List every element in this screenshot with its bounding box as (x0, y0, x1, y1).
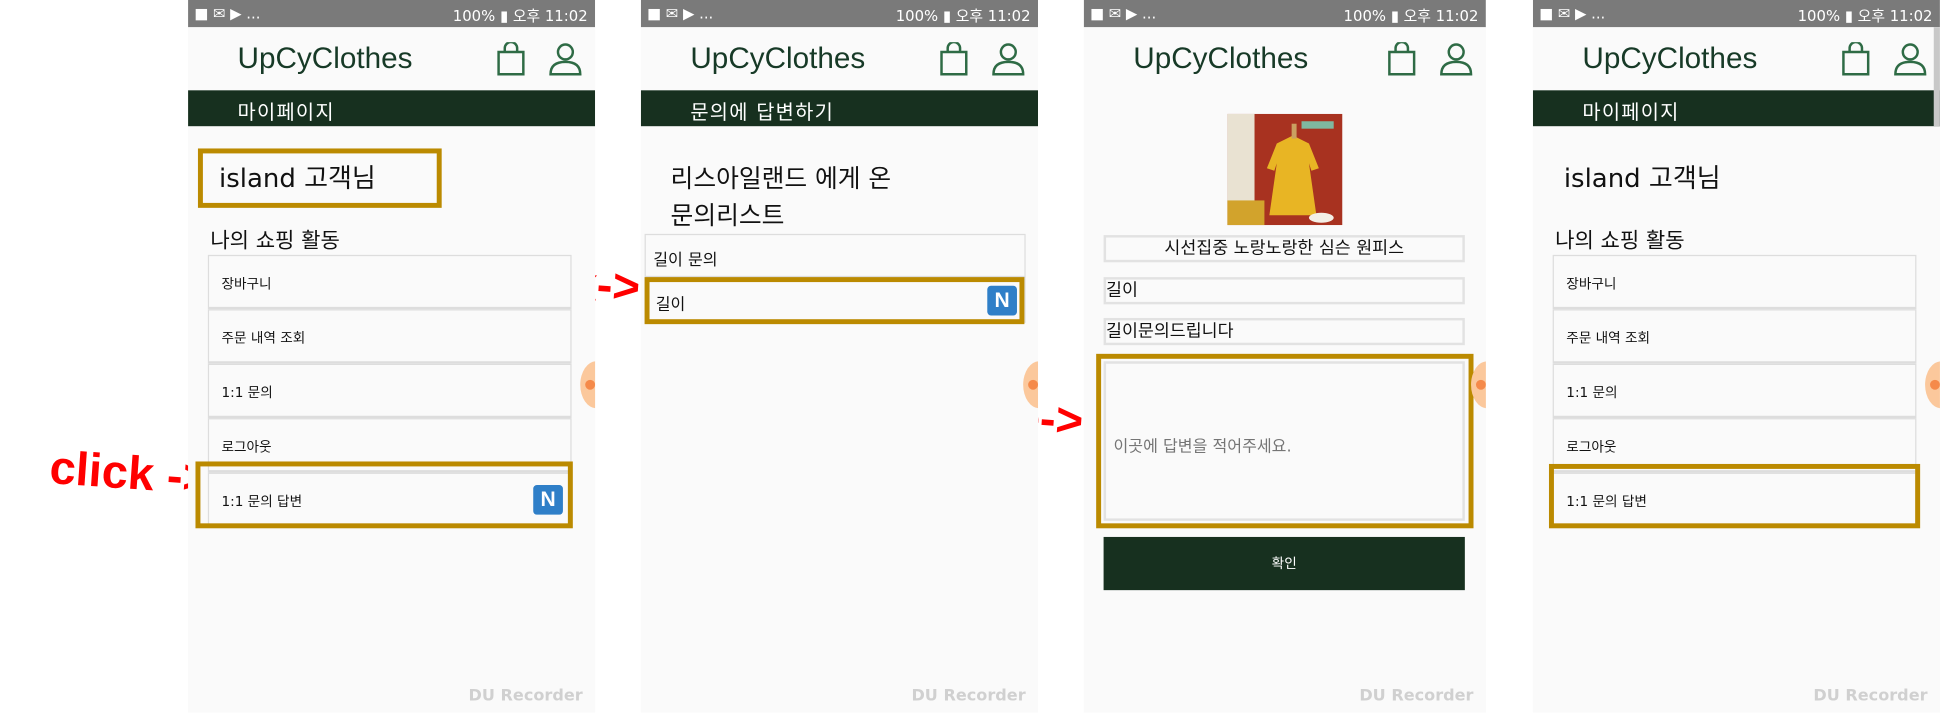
section-title: 나의 쇼핑 활동 (210, 228, 340, 254)
greeting: island 고객님 (1563, 163, 1721, 194)
menu-item-label: 1:1 문의 (221, 384, 273, 401)
shopping-bag-icon[interactable] (496, 42, 526, 77)
page-title: 마이페이지 (237, 100, 335, 124)
status-icons: ■ ✉ ▶ ... (1539, 4, 1606, 23)
page-title: 문의에 답변하기 (690, 100, 835, 124)
status-info: 100% ▮ 오후 11:02 (1797, 7, 1933, 25)
menu-item-label: 주문 내역 조회 (1566, 330, 1651, 347)
floating-button[interactable] (1925, 361, 1940, 409)
menu-item-label: 로그아웃 (1566, 439, 1617, 456)
watermark: DU Recorder (911, 686, 1026, 706)
floating-button[interactable] (580, 361, 596, 409)
watermark: DU Recorder (1359, 686, 1474, 706)
logo[interactable]: UpCyClothes (1582, 42, 1757, 77)
page-title-bar: 마이페이지 (1532, 90, 1940, 127)
inquiry-title-field: 길이 (1103, 277, 1465, 305)
status-info: 100% ▮ 오후 11:02 (452, 7, 588, 25)
highlight-box (195, 461, 573, 529)
menu-item-label: 장바구니 (221, 275, 272, 292)
status-icons: ■ ✉ ▶ ... (194, 4, 261, 23)
status-bar: ■ ✉ ▶ ... 100% ▮ 오후 11:02 (188, 0, 596, 28)
screen-answer-inquiry: ■ ✉ ▶ ... 100% ▮ 오후 11:02 UpCyClothes 시선집… (1083, 0, 1486, 713)
inquiry-title: 길이 문의 (653, 251, 718, 270)
page-title: 마이페이지 (1582, 100, 1680, 124)
floating-button[interactable] (1023, 361, 1039, 409)
list-heading-line2: 문의리스트 (670, 200, 785, 231)
app-header: UpCyClothes (1083, 27, 1486, 91)
shopping-bag-icon[interactable] (1387, 42, 1417, 77)
menu-item-label: 로그아웃 (221, 439, 272, 456)
scrollbar[interactable] (1933, 27, 1940, 127)
status-icons: ■ ✉ ▶ ... (647, 4, 714, 23)
greeting: island 고객님 (218, 163, 376, 194)
product-image (1227, 113, 1343, 226)
menu-item-cart[interactable]: 장바구니 (1552, 254, 1917, 310)
list-heading-line1: 리스아일랜드 에게 온 (670, 163, 892, 194)
user-icon[interactable] (548, 42, 583, 77)
answer-textarea[interactable] (1103, 361, 1465, 521)
highlight-box (1548, 463, 1921, 529)
menu-item-orders[interactable]: 주문 내역 조회 (207, 309, 572, 364)
user-icon[interactable] (1439, 42, 1474, 77)
app-header: UpCyClothes (188, 27, 596, 91)
confirm-button[interactable]: 확인 (1103, 536, 1465, 591)
user-icon[interactable] (1893, 42, 1928, 77)
shopping-bag-icon[interactable] (1841, 42, 1871, 77)
status-info: 100% ▮ 오후 11:02 (1343, 7, 1479, 25)
inquiry-item[interactable]: 길이 문의 (644, 233, 1026, 279)
page-title-bar: 마이페이지 (188, 90, 596, 127)
status-bar: ■ ✉ ▶ ... 100% ▮ 오후 11:02 (1532, 0, 1940, 28)
status-info: 100% ▮ 오후 11:02 (895, 7, 1031, 25)
inquiry-body-field: 길이문의드립니다 (1103, 317, 1465, 346)
logo[interactable]: UpCyClothes (238, 42, 413, 77)
menu-item-label: 1:1 문의 (1566, 384, 1618, 401)
menu-item-label: 주문 내역 조회 (221, 330, 306, 347)
menu-item-cart[interactable]: 장바구니 (207, 254, 572, 310)
screen-mypage: ■ ✉ ▶ ... 100% ▮ 오후 11:02 UpCyClothes 마이페… (188, 0, 596, 713)
watermark: DU Recorder (1813, 686, 1928, 706)
product-title-field: 시선집중 노랑노랑한 심슨 원피스 (1103, 235, 1465, 263)
shopping-bag-icon[interactable] (939, 42, 969, 77)
menu-item-inquiry[interactable]: 1:1 문의 (207, 363, 572, 419)
watermark: DU Recorder (468, 686, 583, 706)
status-icons: ■ ✉ ▶ ... (1089, 4, 1157, 23)
user-icon[interactable] (991, 42, 1026, 77)
menu-item-orders[interactable]: 주문 내역 조회 (1552, 309, 1917, 364)
highlight-box (644, 277, 1025, 325)
page-title-bar: 문의에 답변하기 (640, 90, 1039, 127)
screen-mypage-after: ■ ✉ ▶ ... 100% ▮ 오후 11:02 UpCyClothes 마이페… (1532, 0, 1940, 713)
logo[interactable]: UpCyClothes (1133, 42, 1308, 77)
section-title: 나의 쇼핑 활동 (1555, 228, 1685, 254)
stage: click -> click-> write-> ■ ✉ ▶ ...100% ▮… (0, 0, 1940, 713)
status-bar: ■ ✉ ▶ ... 100% ▮ 오후 11:02 (1083, 0, 1486, 28)
menu-item-label: 장바구니 (1566, 275, 1617, 292)
logo[interactable]: UpCyClothes (690, 42, 865, 77)
status-bar: ■ ✉ ▶ ... 100% ▮ 오후 11:02 (640, 0, 1039, 28)
app-header: UpCyClothes (1532, 27, 1940, 91)
screen-inquiry-list: ■ ✉ ▶ ... 100% ▮ 오후 11:02 UpCyClothes 문의에… (640, 0, 1039, 713)
app-header: UpCyClothes (640, 27, 1039, 91)
menu-item-inquiry[interactable]: 1:1 문의 (1552, 363, 1917, 419)
